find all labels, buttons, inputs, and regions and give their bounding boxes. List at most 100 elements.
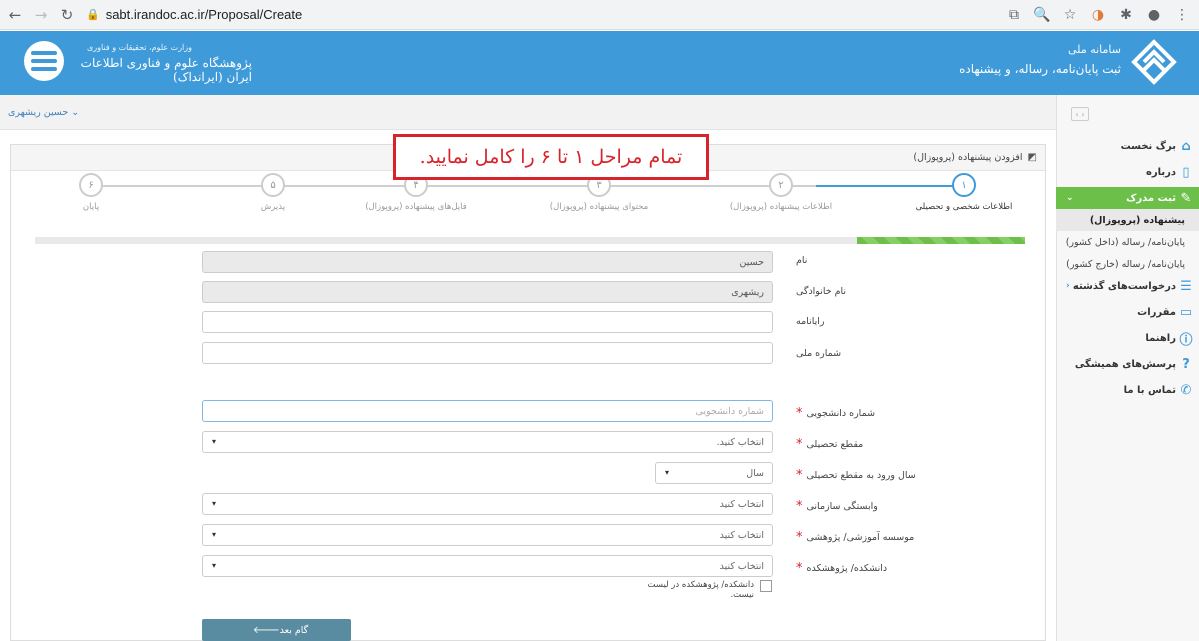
caret-down-icon: ▾: [212, 437, 217, 446]
degree-selected: انتخاب کنید.: [716, 436, 764, 448]
reload-icon[interactable]: ↻: [56, 4, 78, 26]
faculty-not-listed-label: دانشکده/ پژوهشکده در لیست نیست.: [647, 580, 754, 600]
sidebar-item-label: مقررات: [1137, 306, 1176, 318]
file-icon: ▯: [1182, 164, 1190, 180]
sidebar: ‹ › ⌂ برگ نخست ▯ درباره ✎ ثبت مدرک ⌄ پیش…: [1056, 95, 1199, 641]
chevron-down-icon: ⌄: [1066, 193, 1074, 203]
ministry-text: وزارت علوم، تحقیقات و فناوری: [87, 43, 192, 52]
required-mark: *: [796, 561, 803, 576]
sidebar-item-label: برگ نخست: [1120, 140, 1176, 152]
step-number: ۱: [952, 173, 976, 197]
institute-label: موسسه آموزشی/ پژوهشی*: [796, 530, 914, 545]
menu-icon[interactable]: ⋮: [1171, 4, 1193, 26]
system-small-title: سامانه ملی: [1068, 43, 1121, 56]
translate-icon[interactable]: ⧉: [1003, 4, 1025, 26]
degree-select[interactable]: انتخاب کنید. ▾: [202, 431, 773, 453]
step-label: پذیرش: [260, 202, 286, 212]
user-menu[interactable]: حسین ریشهری ⌄: [8, 107, 79, 118]
profile-icon[interactable]: ●: [1143, 4, 1165, 26]
step-label: فایل‌های پیشنهاده (پروپوزال): [365, 202, 467, 212]
sidebar-toggle-icon[interactable]: ‹ ›: [1071, 107, 1089, 121]
step-6[interactable]: ۶ پایان: [31, 173, 151, 212]
irandoc-title: پژوهشگاه علوم و فناوری اطلاعات ایران (ای…: [80, 56, 252, 84]
entry-year-label-text: سال ورود به مقطع تحصیلی: [806, 470, 916, 481]
affiliation-select[interactable]: انتخاب کنید ▾: [202, 493, 773, 515]
caret-down-icon: ▾: [212, 499, 217, 508]
step-label: اطلاعات شخصی و تحصیلی: [915, 202, 1013, 212]
sidebar-item-about[interactable]: ▯ درباره: [1056, 161, 1199, 183]
step-label: پایان: [82, 202, 100, 212]
step-label: اطلاعات پیشنهاده (پروپوزال): [729, 202, 833, 212]
sidebar-item-label: درباره: [1145, 166, 1176, 178]
sidebar-item-guide[interactable]: ⓘ راهنما: [1056, 327, 1199, 349]
forward-arrow-icon[interactable]: →: [30, 4, 52, 26]
sidebar-subitem-thesis-abroad[interactable]: پایان‌نامه/ رساله (خارج کشور): [1056, 253, 1199, 275]
national-id-label: شماره ملی: [796, 348, 842, 359]
last-name-label: نام خانوادگی: [796, 286, 847, 297]
sidebar-item-home[interactable]: ⌂ برگ نخست: [1056, 135, 1199, 157]
required-mark: *: [796, 468, 803, 483]
home-icon: ⌂: [1181, 138, 1191, 154]
zoom-icon[interactable]: 🔍: [1031, 4, 1053, 26]
first-name-field[interactable]: حسین: [202, 251, 773, 273]
institute-selected: انتخاب کنید: [719, 529, 764, 541]
panel-title: ◩ افزودن پیشنهاده (پروپوزال): [913, 152, 1037, 163]
system-brand: سامانه ملی ثبت پایان‌نامه، رساله، و پیشن…: [959, 43, 1121, 76]
sidebar-item-register[interactable]: ✎ ثبت مدرک ⌄: [1056, 187, 1199, 209]
bookmark-star-icon[interactable]: ☆: [1059, 4, 1081, 26]
user-bar: حسین ریشهری ⌄: [0, 95, 1056, 130]
back-arrow-icon[interactable]: ←: [4, 4, 26, 26]
email-label: رایانامه: [796, 316, 825, 327]
student-id-placeholder: شماره دانشجویی: [695, 405, 764, 417]
faculty-select[interactable]: انتخاب کنید ▾: [202, 555, 773, 577]
browser-toolbar: ← → ↻ 🔒 sabt.irandoc.ac.ir/Proposal/Crea…: [0, 0, 1199, 30]
affiliation-label: وابستگی سازمانی*: [796, 499, 878, 514]
step-5[interactable]: ۵ پذیرش: [213, 173, 333, 212]
list-icon: ☰: [1180, 278, 1192, 294]
address-bar[interactable]: 🔒 sabt.irandoc.ac.ir/Proposal/Create: [86, 4, 686, 26]
sidebar-item-contact[interactable]: ✆ تماس با ما: [1056, 379, 1199, 401]
degree-label: مقطع تحصیلی*: [796, 437, 863, 452]
wizard-progress-bar: [35, 237, 1025, 244]
sidebar-subitem-proposal[interactable]: پیشنهاده (پروپوزال): [1056, 209, 1199, 231]
step-2[interactable]: ۲ اطلاعات پیشنهاده (پروپوزال): [721, 173, 841, 212]
student-id-input[interactable]: شماره دانشجویی: [202, 400, 773, 422]
institute-label-text: موسسه آموزشی/ پژوهشی: [806, 532, 915, 543]
sidebar-item-regulations[interactable]: ▭ مقررات: [1056, 301, 1199, 323]
faculty-not-listed-checkbox[interactable]: [760, 580, 772, 592]
step-1[interactable]: ۱ اطلاعات شخصی و تحصیلی: [904, 173, 1024, 212]
system-logo[interactable]: [1131, 39, 1177, 85]
extension-icon[interactable]: ◑: [1087, 4, 1109, 26]
faculty-selected: انتخاب کنید: [719, 560, 764, 572]
step-number: ۲: [769, 173, 793, 197]
site-header: وزارت علوم، تحقیقات و فناوری پژوهشگاه عل…: [0, 31, 1199, 95]
required-mark: *: [796, 530, 803, 545]
step-number: ۵: [261, 173, 285, 197]
caret-down-icon: ▾: [212, 530, 217, 539]
sidebar-item-past-requests[interactable]: ☰ درخواست‌های گذشته ‹: [1056, 275, 1199, 297]
sidebar-item-faq[interactable]: ? پرسش‌های همیشگی: [1056, 353, 1199, 375]
next-step-button[interactable]: گام بعد 🡐: [202, 619, 351, 641]
affiliation-label-text: وابستگی سازمانی: [806, 501, 878, 512]
entry-year-select[interactable]: سال ▾: [655, 462, 773, 484]
affiliation-selected: انتخاب کنید: [719, 498, 764, 510]
student-id-label: شماره دانشجویی*: [796, 406, 875, 421]
last-name-field[interactable]: ریشهری: [202, 281, 773, 303]
question-icon: ?: [1182, 356, 1190, 372]
institute-select[interactable]: انتخاب کنید ▾: [202, 524, 773, 546]
sidebar-subitem-thesis-domestic[interactable]: پایان‌نامه/ رساله (داخل کشور): [1056, 231, 1199, 253]
step-number: ۶: [79, 173, 103, 197]
caret-down-icon: ▾: [212, 561, 217, 570]
national-id-field[interactable]: [202, 342, 773, 364]
email-field[interactable]: [202, 311, 773, 333]
system-title: ثبت پایان‌نامه، رساله، و پیشنهاده: [959, 62, 1121, 76]
sidebar-item-label: درخواست‌های گذشته: [1072, 280, 1176, 292]
extensions-puzzle-icon[interactable]: ✱: [1115, 4, 1137, 26]
sidebar-item-label: تماس با ما: [1123, 384, 1176, 396]
irandoc-logo[interactable]: [24, 41, 64, 81]
required-mark: *: [796, 499, 803, 514]
degree-label-text: مقطع تحصیلی: [806, 439, 864, 450]
next-step-label: گام بعد: [279, 624, 309, 636]
required-mark: *: [796, 437, 803, 452]
sidebar-item-label: ثبت مدرک: [1126, 192, 1176, 204]
